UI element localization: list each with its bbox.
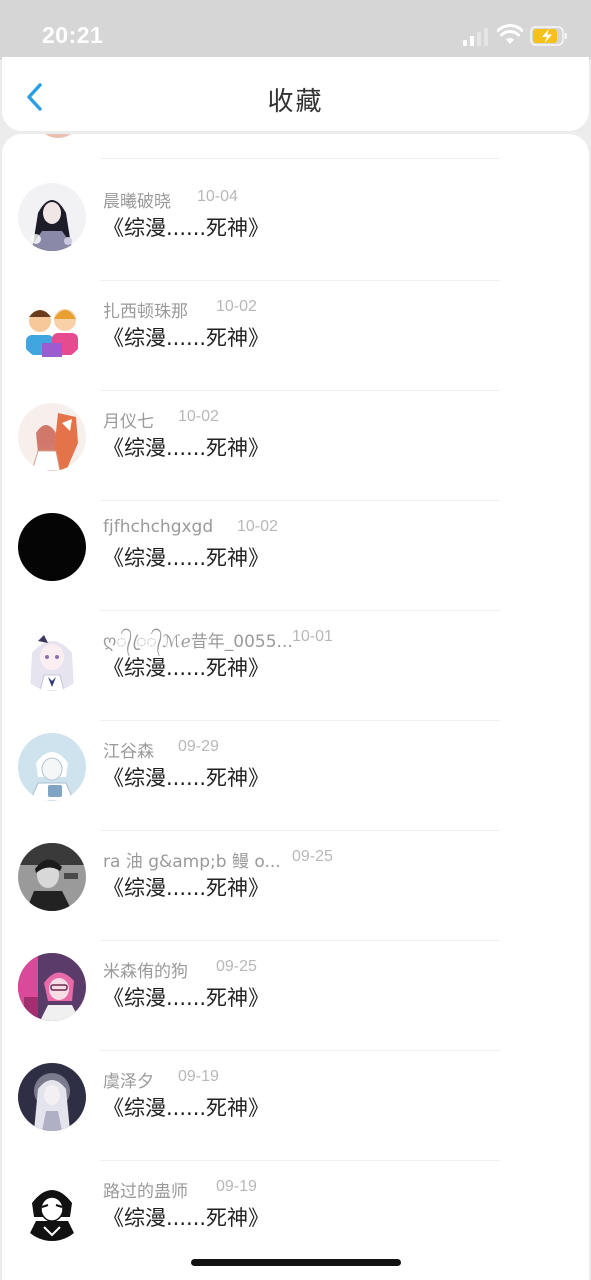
date: 09-29 [178,738,219,755]
wifi-icon [497,24,523,44]
divider [100,158,500,159]
username: fjfhchchgxgd [103,517,214,537]
avatar [38,134,78,138]
avatar[interactable] [18,183,86,251]
avatar[interactable] [18,513,86,581]
cellular-signal-icon [463,28,488,46]
favorite-title: 《综漫......死神》 [103,1206,270,1230]
date: 09-25 [292,848,333,865]
username: 月仪七 [103,412,154,432]
list-item[interactable]: 扎西顿珠那 10-02 《综漫......死神》 [2,280,589,391]
date: 10-04 [197,188,238,205]
username: 米森侑的狗 [103,962,188,982]
list-item[interactable]: 江谷森 09-29 《综漫......死神》 [2,720,589,831]
username: 晨曦破晓 [103,192,171,212]
status-time: 20:21 [42,22,104,48]
favorite-title: 《综漫......死神》 [103,656,270,680]
avatar[interactable] [18,403,86,471]
username: 虞泽夕 [103,1072,154,1092]
username: 扎西顿珠那 [103,302,188,322]
avatar[interactable] [18,843,86,911]
date: 10-02 [237,518,278,535]
date: 10-02 [216,298,257,315]
home-indicator[interactable] [191,1259,401,1266]
avatar[interactable] [18,1063,86,1131]
list-item[interactable]: ღ᭄ꦿ᭄ℳℯ昔年_0055... 10-01 《综漫......死神》 [2,610,589,721]
battery-charging-icon [530,26,567,46]
list-item[interactable]: 晨曦破晓 10-04 《综漫......死神》 [2,170,589,281]
date: 09-19 [178,1068,219,1085]
date: 10-02 [178,408,219,425]
list-item[interactable]: 虞泽夕 09-19 《综漫......死神》 [2,1050,589,1161]
favorite-title: 《综漫......死神》 [103,766,270,790]
status-bar: 20:21 [0,0,591,60]
list-item[interactable]: ra 油 g&amp;b 鳗 o... 09-25 《综漫......死神》 [2,830,589,941]
navigation-header: 收藏 [2,57,589,131]
username: 路过的蛊师 [103,1182,188,1202]
list-item[interactable]: fjfhchchgxgd 10-02 《综漫......死神》 [2,500,589,611]
favorite-title: 《综漫......死神》 [103,1096,270,1120]
avatar[interactable] [18,293,86,361]
date: 09-19 [216,1178,257,1195]
favorite-title: 《综漫......死神》 [103,986,270,1010]
favorite-title: 《综漫......死神》 [103,436,270,460]
list-item[interactable]: 月仪七 10-02 《综漫......死神》 [2,390,589,501]
username: ra 油 g&amp;b 鳗 o... [103,852,281,872]
page-title: 收藏 [267,87,324,117]
list-item[interactable]: 米森侑的狗 09-25 《综漫......死神》 [2,940,589,1051]
avatar[interactable] [18,623,86,691]
favorite-title: 《综漫......死神》 [103,876,270,900]
date: 10-01 [292,628,333,645]
favorite-title: 《综漫......死神》 [103,216,270,240]
avatar[interactable] [18,733,86,801]
favorite-title: 《综漫......死神》 [103,546,270,570]
username: 江谷森 [103,742,154,762]
date: 09-25 [216,958,257,975]
list-item[interactable]: 路过的蛊师 09-19 《综漫......死神》 [2,1160,589,1270]
avatar[interactable] [18,953,86,1021]
favorite-title: 《综漫......死神》 [103,326,270,350]
favorites-list: 晨曦破晓 10-04 《综漫......死神》 扎西顿珠那 10-02 《综漫.… [2,134,589,1280]
avatar[interactable] [18,1173,86,1241]
